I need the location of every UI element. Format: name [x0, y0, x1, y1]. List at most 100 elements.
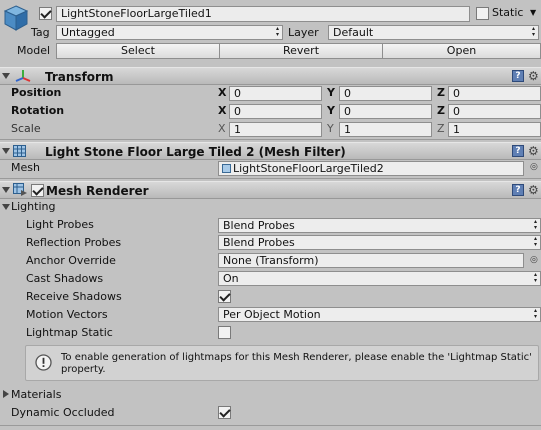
rotation-x-label[interactable]: X: [218, 104, 226, 118]
position-y-label[interactable]: Y: [327, 86, 335, 100]
materials-foldout-icon[interactable]: [3, 390, 9, 398]
mesh-value: LightStoneFloorLargeTiled2: [233, 162, 384, 175]
motion-vectors-label: Motion Vectors: [26, 308, 108, 321]
mesh-asset-icon: [222, 164, 231, 173]
layer-label: Layer: [288, 26, 319, 39]
mesh-renderer-gear-icon[interactable]: ⚙: [528, 184, 539, 196]
transform-help-icon[interactable]: ?: [512, 70, 524, 82]
materials-label[interactable]: Materials: [11, 388, 61, 402]
scale-y-value: 1: [344, 123, 351, 136]
position-z-field[interactable]: 0: [448, 86, 541, 101]
position-z-label[interactable]: Z: [437, 86, 445, 100]
model-select-button[interactable]: Select: [56, 43, 220, 59]
rotation-z-field[interactable]: 0: [448, 104, 541, 119]
info-line-2: property.: [61, 364, 106, 375]
layer-value: Default: [333, 26, 374, 39]
mesh-renderer-header[interactable]: Mesh Renderer ? ⚙: [0, 181, 541, 199]
rotation-y-value: 0: [344, 105, 351, 118]
layer-dropdown[interactable]: Default: [328, 25, 539, 40]
model-revert-button[interactable]: Revert: [219, 43, 383, 59]
static-checkbox[interactable]: [476, 7, 489, 20]
scale-x-label[interactable]: X: [218, 122, 226, 136]
cast-shadows-dropdown[interactable]: On: [218, 271, 541, 286]
scale-z-value: 1: [453, 123, 460, 136]
transform-header[interactable]: Transform ? ⚙: [0, 67, 541, 85]
mesh-renderer-help-icon[interactable]: ?: [512, 184, 524, 196]
reflection-probes-dropdown[interactable]: Blend Probes: [218, 235, 541, 250]
transform-foldout-icon[interactable]: [2, 73, 10, 79]
lightmap-static-checkbox[interactable]: [218, 326, 231, 339]
light-probes-label: Light Probes: [26, 218, 94, 231]
divider: [0, 139, 541, 140]
rotation-z-label[interactable]: Z: [437, 104, 445, 118]
motion-vectors-dropdown[interactable]: Per Object Motion: [218, 307, 541, 322]
cast-shadows-label: Cast Shadows: [26, 272, 104, 285]
position-x-label[interactable]: X: [218, 86, 226, 100]
scale-y-label[interactable]: Y: [327, 122, 334, 136]
position-z-value: 0: [453, 87, 460, 100]
tag-value: Untagged: [61, 26, 115, 39]
mesh-filter-title: Light Stone Floor Large Tiled 2 (Mesh Fi…: [45, 145, 346, 159]
mesh-filter-foldout-icon[interactable]: [2, 148, 10, 154]
model-open-button[interactable]: Open: [382, 43, 541, 59]
position-label: Position: [11, 86, 62, 99]
mesh-renderer-title: Mesh Renderer: [46, 184, 149, 198]
scale-x-field[interactable]: 1: [229, 122, 322, 137]
mesh-object-field[interactable]: LightStoneFloorLargeTiled2: [218, 161, 524, 176]
transform-axes-icon: [15, 69, 31, 83]
info-line-1: To enable generation of lightmaps for th…: [61, 352, 532, 363]
tag-dropdown[interactable]: Untagged: [56, 25, 283, 40]
scale-y-field[interactable]: 1: [339, 122, 432, 137]
scale-z-field[interactable]: 1: [448, 122, 541, 137]
gameobject-name-text: LightStoneFloorLargeTiled1: [61, 7, 212, 20]
mesh-renderer-foldout-icon[interactable]: [2, 187, 10, 193]
anchor-override-label: Anchor Override: [26, 254, 116, 267]
position-x-value: 0: [234, 87, 241, 100]
dynamic-occluded-checkbox[interactable]: [218, 406, 231, 419]
model-label: Model: [17, 44, 51, 57]
lightmap-static-label: Lightmap Static: [26, 326, 113, 339]
reflection-probes-label: Reflection Probes: [26, 236, 122, 249]
rotation-label: Rotation: [11, 104, 65, 117]
open-label: Open: [446, 44, 477, 57]
anchor-override-field[interactable]: None (Transform): [218, 253, 524, 268]
light-probes-dropdown[interactable]: Blend Probes: [218, 218, 541, 233]
mesh-renderer-icon: [13, 183, 28, 197]
cast-shadows-value: On: [223, 272, 239, 285]
info-exclamation-icon: [35, 354, 52, 371]
scale-z-label[interactable]: Z: [437, 122, 445, 136]
rotation-x-value: 0: [234, 105, 241, 118]
lighting-foldout-icon[interactable]: [2, 204, 10, 210]
rotation-x-field[interactable]: 0: [229, 104, 322, 119]
rotation-y-label[interactable]: Y: [327, 104, 335, 118]
static-label: Static: [492, 6, 524, 19]
revert-label: Revert: [282, 44, 320, 57]
transform-gear-icon[interactable]: ⚙: [528, 70, 539, 82]
mesh-filter-help-icon[interactable]: ?: [512, 145, 524, 157]
scale-label: Scale: [11, 122, 41, 135]
mesh-filter-gear-icon[interactable]: ⚙: [528, 145, 539, 157]
static-dropdown-arrow-icon[interactable]: ▼: [530, 8, 536, 17]
mesh-filter-header[interactable]: Light Stone Floor Large Tiled 2 (Mesh Fi…: [0, 142, 541, 160]
position-x-field[interactable]: 0: [229, 86, 322, 101]
transform-title: Transform: [45, 70, 114, 84]
gameobject-cube-icon: [3, 4, 29, 32]
reflection-probes-value: Blend Probes: [223, 236, 295, 249]
anchor-override-value: None (Transform): [223, 254, 319, 267]
tag-label: Tag: [31, 26, 50, 39]
lighting-label[interactable]: Lighting: [11, 200, 55, 214]
rotation-y-field[interactable]: 0: [339, 104, 432, 119]
mesh-label: Mesh: [11, 161, 40, 174]
anchor-override-picker-icon[interactable]: ◎: [530, 255, 538, 265]
bottom-divider: [0, 425, 541, 426]
receive-shadows-checkbox[interactable]: [218, 290, 231, 303]
rotation-z-value: 0: [453, 105, 460, 118]
position-y-field[interactable]: 0: [339, 86, 432, 101]
mesh-picker-icon[interactable]: ◎: [530, 162, 538, 172]
scale-x-value: 1: [234, 123, 241, 136]
receive-shadows-label: Receive Shadows: [26, 290, 122, 303]
select-label: Select: [121, 44, 155, 57]
gameobject-name-input[interactable]: LightStoneFloorLargeTiled1: [56, 6, 470, 22]
gameobject-active-checkbox[interactable]: [39, 7, 52, 20]
mesh-renderer-enabled-checkbox[interactable]: [31, 184, 44, 197]
